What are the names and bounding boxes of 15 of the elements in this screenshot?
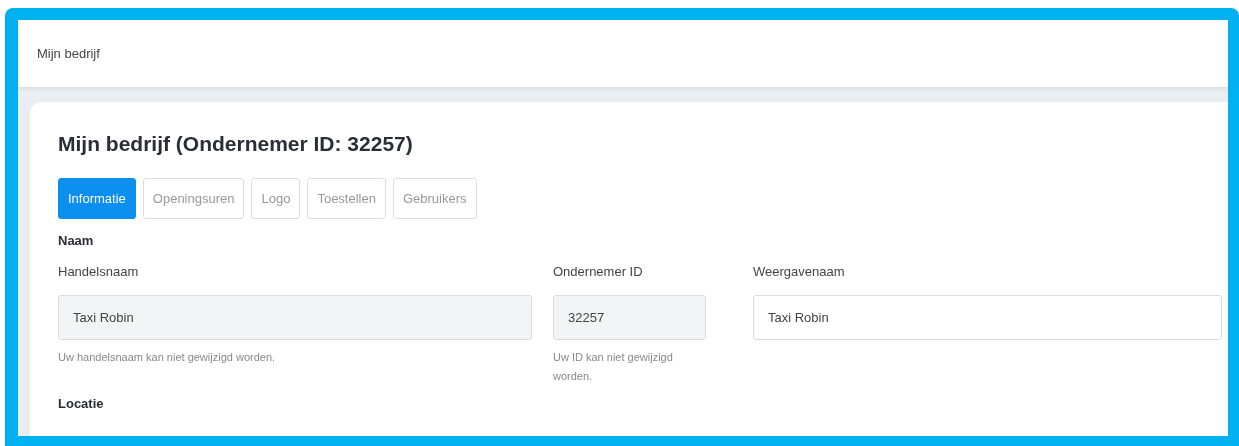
help-text: Uw ID kan niet gewijzigd worden. (553, 350, 674, 384)
header-title: Mijn bedrijf (37, 46, 100, 61)
field-label: Ondernemer ID (553, 264, 644, 279)
tab[interactable]: Logo (251, 178, 301, 219)
tab[interactable]: Informatie (58, 178, 136, 219)
tab[interactable]: Openingsuren (142, 178, 245, 219)
field-label: Weergavenaam (753, 264, 846, 279)
tab[interactable]: Toestellen (307, 178, 386, 219)
section-title: Locatie (58, 396, 105, 411)
text-field[interactable]: Taxi Robin (753, 295, 1222, 340)
tab[interactable]: Gebruikers (392, 178, 477, 219)
page-title: Mijn bedrijf (Ondernemer ID: 32257) (58, 132, 414, 157)
field-label: Handelsnaam (58, 264, 140, 279)
help-text: Uw handelsnaam kan niet gewijzigd worden. (58, 350, 277, 365)
section-title: Naam (58, 233, 95, 248)
